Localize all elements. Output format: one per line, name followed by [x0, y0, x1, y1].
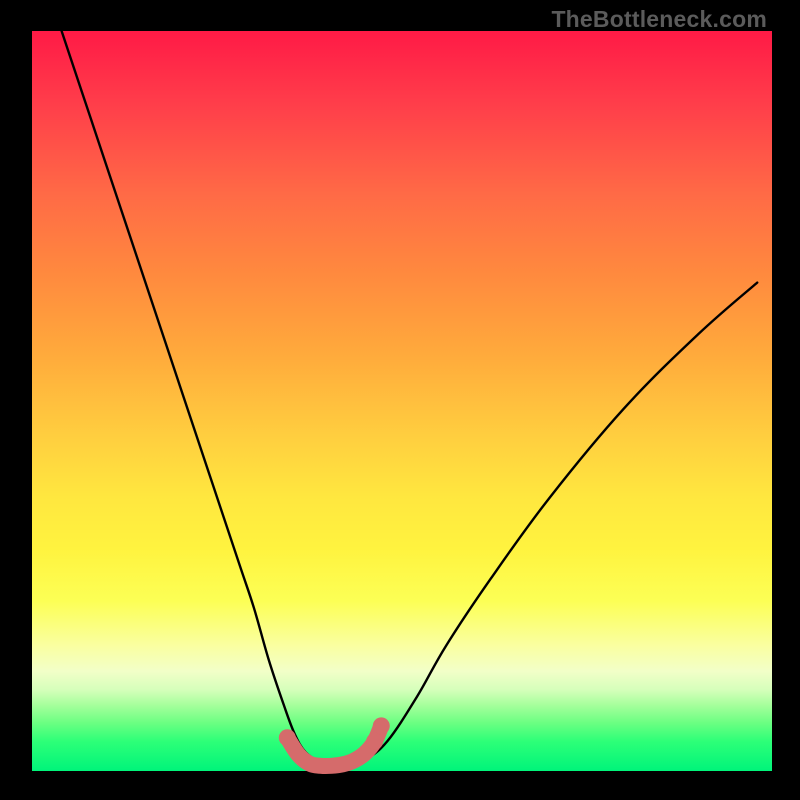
bottleneck-curve — [62, 31, 758, 766]
highlight-dot — [373, 717, 390, 734]
chart-stage: TheBottleneck.com — [0, 0, 800, 800]
chart-svg-layer — [0, 0, 800, 800]
flat-bottom-highlight — [287, 726, 381, 766]
highlight-dot — [366, 733, 383, 750]
highlight-dot — [279, 729, 296, 746]
